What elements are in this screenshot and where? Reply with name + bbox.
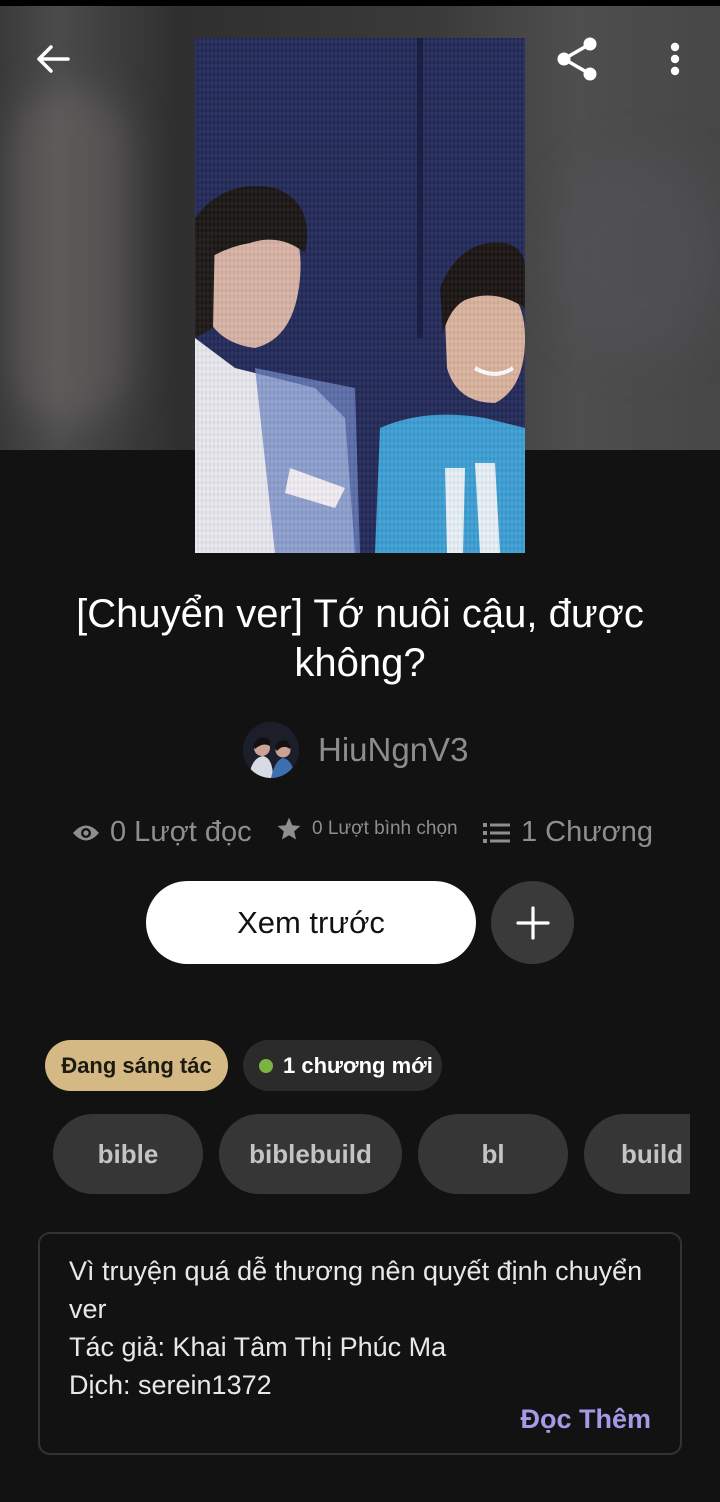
new-chapter-label: 1 chương mới [283, 1052, 433, 1078]
new-indicator-dot [259, 1058, 273, 1073]
more-vertical-icon [670, 42, 680, 76]
description-box: Vì truyện quá dễ thương nên quyết định c… [38, 1232, 682, 1455]
votes-count: 0 Lượt bình chọn [312, 818, 458, 839]
description-line: Vì truyện quá dễ thương nên quyết định c… [69, 1256, 643, 1324]
story-cover-image[interactable] [195, 38, 525, 553]
eye-icon [72, 823, 100, 843]
tag-list[interactable]: bible biblebuild bl build [53, 1114, 690, 1194]
read-more-link[interactable]: Đọc Thêm [520, 1404, 651, 1435]
arrow-left-icon [37, 45, 70, 73]
story-stats: 0 Lượt đọc 0 Lượt bình chọn 1 Chương [0, 812, 720, 856]
description-line: Dịch: serein1372 [69, 1370, 272, 1400]
parts-stat: 1 Chương [483, 816, 653, 849]
description-text: Vì truyện quá dễ thương nên quyết định c… [69, 1252, 649, 1404]
tag-chip[interactable]: bl [418, 1114, 568, 1194]
share-icon [557, 37, 597, 81]
author-name[interactable]: HiuNgnV3 [318, 731, 468, 769]
tag-chip[interactable]: build [584, 1114, 690, 1194]
author-row[interactable]: HiuNgnV3 [243, 722, 468, 778]
reads-count: 0 Lượt đọc [110, 816, 252, 848]
reads-stat: 0 Lượt đọc [72, 816, 252, 849]
list-icon [483, 822, 511, 844]
description-line: Tác giả: Khai Tâm Thị Phúc Ma [69, 1332, 447, 1362]
story-title: [Chuyển ver] Tớ nuôi cậu, được không? [76, 592, 644, 685]
more-options-button[interactable] [654, 34, 696, 84]
plus-icon [515, 905, 550, 940]
new-chapter-badge: 1 chương mới [243, 1040, 442, 1091]
tag-chip[interactable]: bible [53, 1114, 203, 1194]
add-to-library-button[interactable] [491, 881, 574, 964]
status-badge: Đang sáng tác [45, 1040, 228, 1091]
preview-button[interactable]: Xem trước [146, 881, 476, 964]
share-button[interactable] [548, 30, 606, 88]
author-avatar[interactable] [243, 722, 299, 778]
votes-stat: 0 Lượt bình chọn [276, 816, 458, 842]
back-button[interactable] [26, 36, 80, 82]
star-icon [276, 816, 302, 842]
tag-chip[interactable]: biblebuild [219, 1114, 402, 1194]
parts-count: 1 Chương [521, 816, 653, 848]
